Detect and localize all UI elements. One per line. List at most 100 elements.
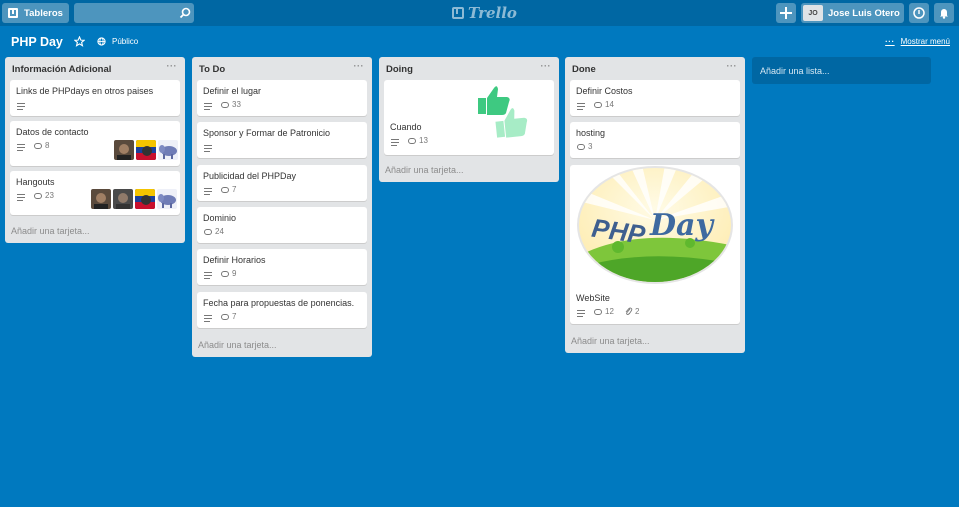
list-done: Done ··· Definir Costos 14 hosting 3 PHP… xyxy=(565,57,745,353)
comment-count: 23 xyxy=(45,191,54,200)
add-list-label: Añadir una lista... xyxy=(760,66,830,76)
card[interactable]: Fecha para propuestas de ponencias. 7 xyxy=(197,292,367,328)
card[interactable]: hosting 3 xyxy=(570,122,740,158)
card-title: Cuando xyxy=(390,122,422,132)
avatar[interactable] xyxy=(91,189,111,209)
comment-icon xyxy=(34,142,42,149)
comments-badge: 7 xyxy=(221,185,236,194)
card[interactable]: Definir Horarios 9 xyxy=(197,249,367,285)
show-menu-label: Mostrar menú xyxy=(900,37,950,46)
comment-icon xyxy=(221,313,229,320)
search-input[interactable] xyxy=(74,3,194,23)
list-menu-icon[interactable]: ··· xyxy=(354,61,365,71)
comment-count: 7 xyxy=(232,312,237,321)
add-card-link[interactable]: Añadir una tarjeta... xyxy=(571,336,650,346)
card[interactable]: Definir Costos 14 xyxy=(570,80,740,116)
comment-count: 13 xyxy=(419,136,428,145)
comment-count: 12 xyxy=(605,307,614,316)
list-title[interactable]: Información Adicional xyxy=(12,64,111,75)
card[interactable]: Dominio 24 xyxy=(197,207,367,243)
comment-count: 9 xyxy=(232,269,237,278)
add-button[interactable] xyxy=(776,3,796,23)
trello-icon xyxy=(452,7,464,19)
trello-logo[interactable]: Trello xyxy=(452,3,517,23)
card-title: Datos de contacto xyxy=(16,127,89,137)
plus-icon xyxy=(780,7,792,19)
paperclip-icon xyxy=(625,307,633,315)
bell-icon xyxy=(940,9,948,19)
card[interactable]: Sponsor y Formar de Patronicio xyxy=(197,122,367,158)
star-icon[interactable] xyxy=(74,36,85,47)
description-icon xyxy=(204,272,212,279)
avatar[interactable] xyxy=(135,189,155,209)
avatar[interactable] xyxy=(114,140,134,160)
card-title: Sponsor y Formar de Patronicio xyxy=(203,128,331,138)
avatar[interactable] xyxy=(157,189,177,209)
more-icon: ··· xyxy=(885,37,895,46)
card[interactable]: PHP Day WebSite 12 2 xyxy=(570,165,740,324)
boards-icon xyxy=(8,8,19,18)
card[interactable]: Cuando 13 xyxy=(384,80,554,155)
list-title[interactable]: Doing xyxy=(386,64,413,75)
description-icon xyxy=(391,139,399,146)
card-title: Definir Horarios xyxy=(203,255,266,265)
search-icon[interactable] xyxy=(179,7,191,19)
show-menu-link[interactable]: ··· Mostrar menú xyxy=(885,37,950,46)
card-title: hosting xyxy=(576,128,606,138)
comments-badge: 13 xyxy=(408,136,428,145)
card-members xyxy=(112,140,178,160)
comments-badge: 33 xyxy=(221,100,241,109)
comments-badge: 24 xyxy=(204,227,224,236)
avatar: JO xyxy=(803,5,823,21)
add-card-link[interactable]: Añadir una tarjeta... xyxy=(198,340,277,350)
comments-badge: 14 xyxy=(594,100,614,109)
card[interactable]: Definir el lugar 33 xyxy=(197,80,367,116)
notifications-button[interactable] xyxy=(934,3,954,23)
comment-icon xyxy=(204,228,212,235)
user-menu-button[interactable]: JO Jose Luis Otero xyxy=(801,3,904,23)
list-doing: Doing ··· Cuando 13 Añadir una tarjeta..… xyxy=(379,57,559,182)
top-header: Tableros Trello JO Jose Luis Otero xyxy=(0,0,959,26)
add-list-button[interactable]: Añadir una lista... xyxy=(752,57,931,84)
boards-button[interactable]: Tableros xyxy=(2,3,69,23)
card[interactable]: Links de PHPdays en otros paises xyxy=(10,80,180,116)
logo-text: Trello xyxy=(468,4,517,22)
card[interactable]: Publicidad del PHPDay 7 xyxy=(197,165,367,201)
description-icon xyxy=(204,315,212,322)
card[interactable]: Datos de contacto 8 xyxy=(10,121,180,166)
list-title[interactable]: Done xyxy=(572,64,596,75)
list-menu-icon[interactable]: ··· xyxy=(167,61,178,71)
avatar[interactable] xyxy=(136,140,156,160)
globe-icon[interactable] xyxy=(97,37,106,46)
card-title: Fecha para propuestas de ponencias. xyxy=(203,298,355,308)
card-title: Definir el lugar xyxy=(203,86,262,96)
user-name: Jose Luis Otero xyxy=(828,7,900,19)
cover-text: Day xyxy=(649,208,715,243)
description-icon xyxy=(17,144,25,151)
list-to-do: To Do ··· Definir el lugar 33 Sponsor y … xyxy=(192,57,372,357)
description-icon xyxy=(17,194,25,201)
avatar[interactable] xyxy=(113,189,133,209)
avatar[interactable] xyxy=(158,140,178,160)
card-title: Links de PHPdays en otros paises xyxy=(16,86,154,96)
list-menu-icon[interactable]: ··· xyxy=(727,61,738,71)
info-button[interactable] xyxy=(909,3,929,23)
list-menu-icon[interactable]: ··· xyxy=(541,61,552,71)
description-icon xyxy=(577,310,585,317)
card-title: Dominio xyxy=(203,213,237,223)
add-card-link[interactable]: Añadir una tarjeta... xyxy=(11,226,90,236)
list-title[interactable]: To Do xyxy=(199,64,225,75)
comment-count: 24 xyxy=(215,227,224,236)
description-icon xyxy=(17,103,25,110)
comments-badge: 3 xyxy=(577,142,592,151)
attachments-badge: 2 xyxy=(624,307,639,316)
card[interactable]: Hangouts 23 xyxy=(10,171,180,215)
add-card-link[interactable]: Añadir una tarjeta... xyxy=(385,165,464,175)
card-title: Publicidad del PHPDay xyxy=(203,171,297,181)
comment-icon xyxy=(594,308,602,315)
visibility-label[interactable]: Público xyxy=(112,37,138,46)
board-title[interactable]: PHP Day xyxy=(11,35,63,49)
card-title: Definir Costos xyxy=(576,86,633,96)
comment-icon xyxy=(408,137,416,144)
comments-badge: 23 xyxy=(34,191,54,200)
